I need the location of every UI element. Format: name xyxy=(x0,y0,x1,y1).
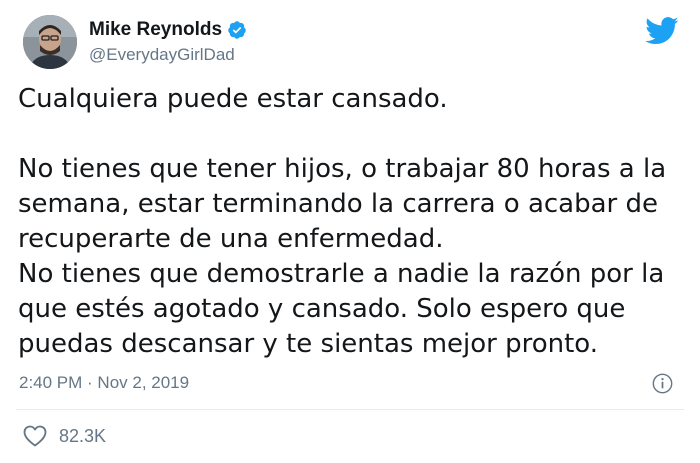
tweet-card: Mike Reynolds @EverydayGirlDad Cualquier… xyxy=(0,0,700,463)
author-display-name[interactable]: Mike Reynolds xyxy=(89,19,222,41)
avatar[interactable] xyxy=(23,15,77,69)
tweet-line: puedas descansar y te sientas mejor pron… xyxy=(18,329,599,359)
twitter-bird-icon[interactable] xyxy=(645,17,679,45)
tweet-line: No tienes que demostrarle a nadie la raz… xyxy=(18,259,665,289)
heart-icon[interactable] xyxy=(23,425,47,447)
user-avatar-photo xyxy=(23,15,77,69)
verified-badge-icon xyxy=(227,20,247,40)
like-action[interactable]: 82.3K xyxy=(23,425,106,447)
author-name-row[interactable]: Mike Reynolds xyxy=(89,19,247,41)
author-handle[interactable]: @EverydayGirlDad xyxy=(89,45,235,65)
tweet-line: semana, estar terminando la carrera o ac… xyxy=(18,189,659,219)
tweet-line: No tienes que tener hijos, o trabajar 80… xyxy=(18,154,667,184)
tweet-line: Cualquiera puede estar cansado. xyxy=(18,84,448,114)
tweet-line: que estés agotado y cansado. Solo espero… xyxy=(18,294,626,324)
tweet-timestamp[interactable]: 2:40 PM · Nov 2, 2019 xyxy=(19,372,189,394)
like-count: 82.3K xyxy=(59,426,107,446)
divider xyxy=(16,409,684,410)
tweet-line: recuperarte de una enfermedad. xyxy=(18,224,444,254)
tweet-text: Cualquiera puede estar cansado. No tiene… xyxy=(18,82,683,362)
info-icon[interactable] xyxy=(652,373,673,394)
